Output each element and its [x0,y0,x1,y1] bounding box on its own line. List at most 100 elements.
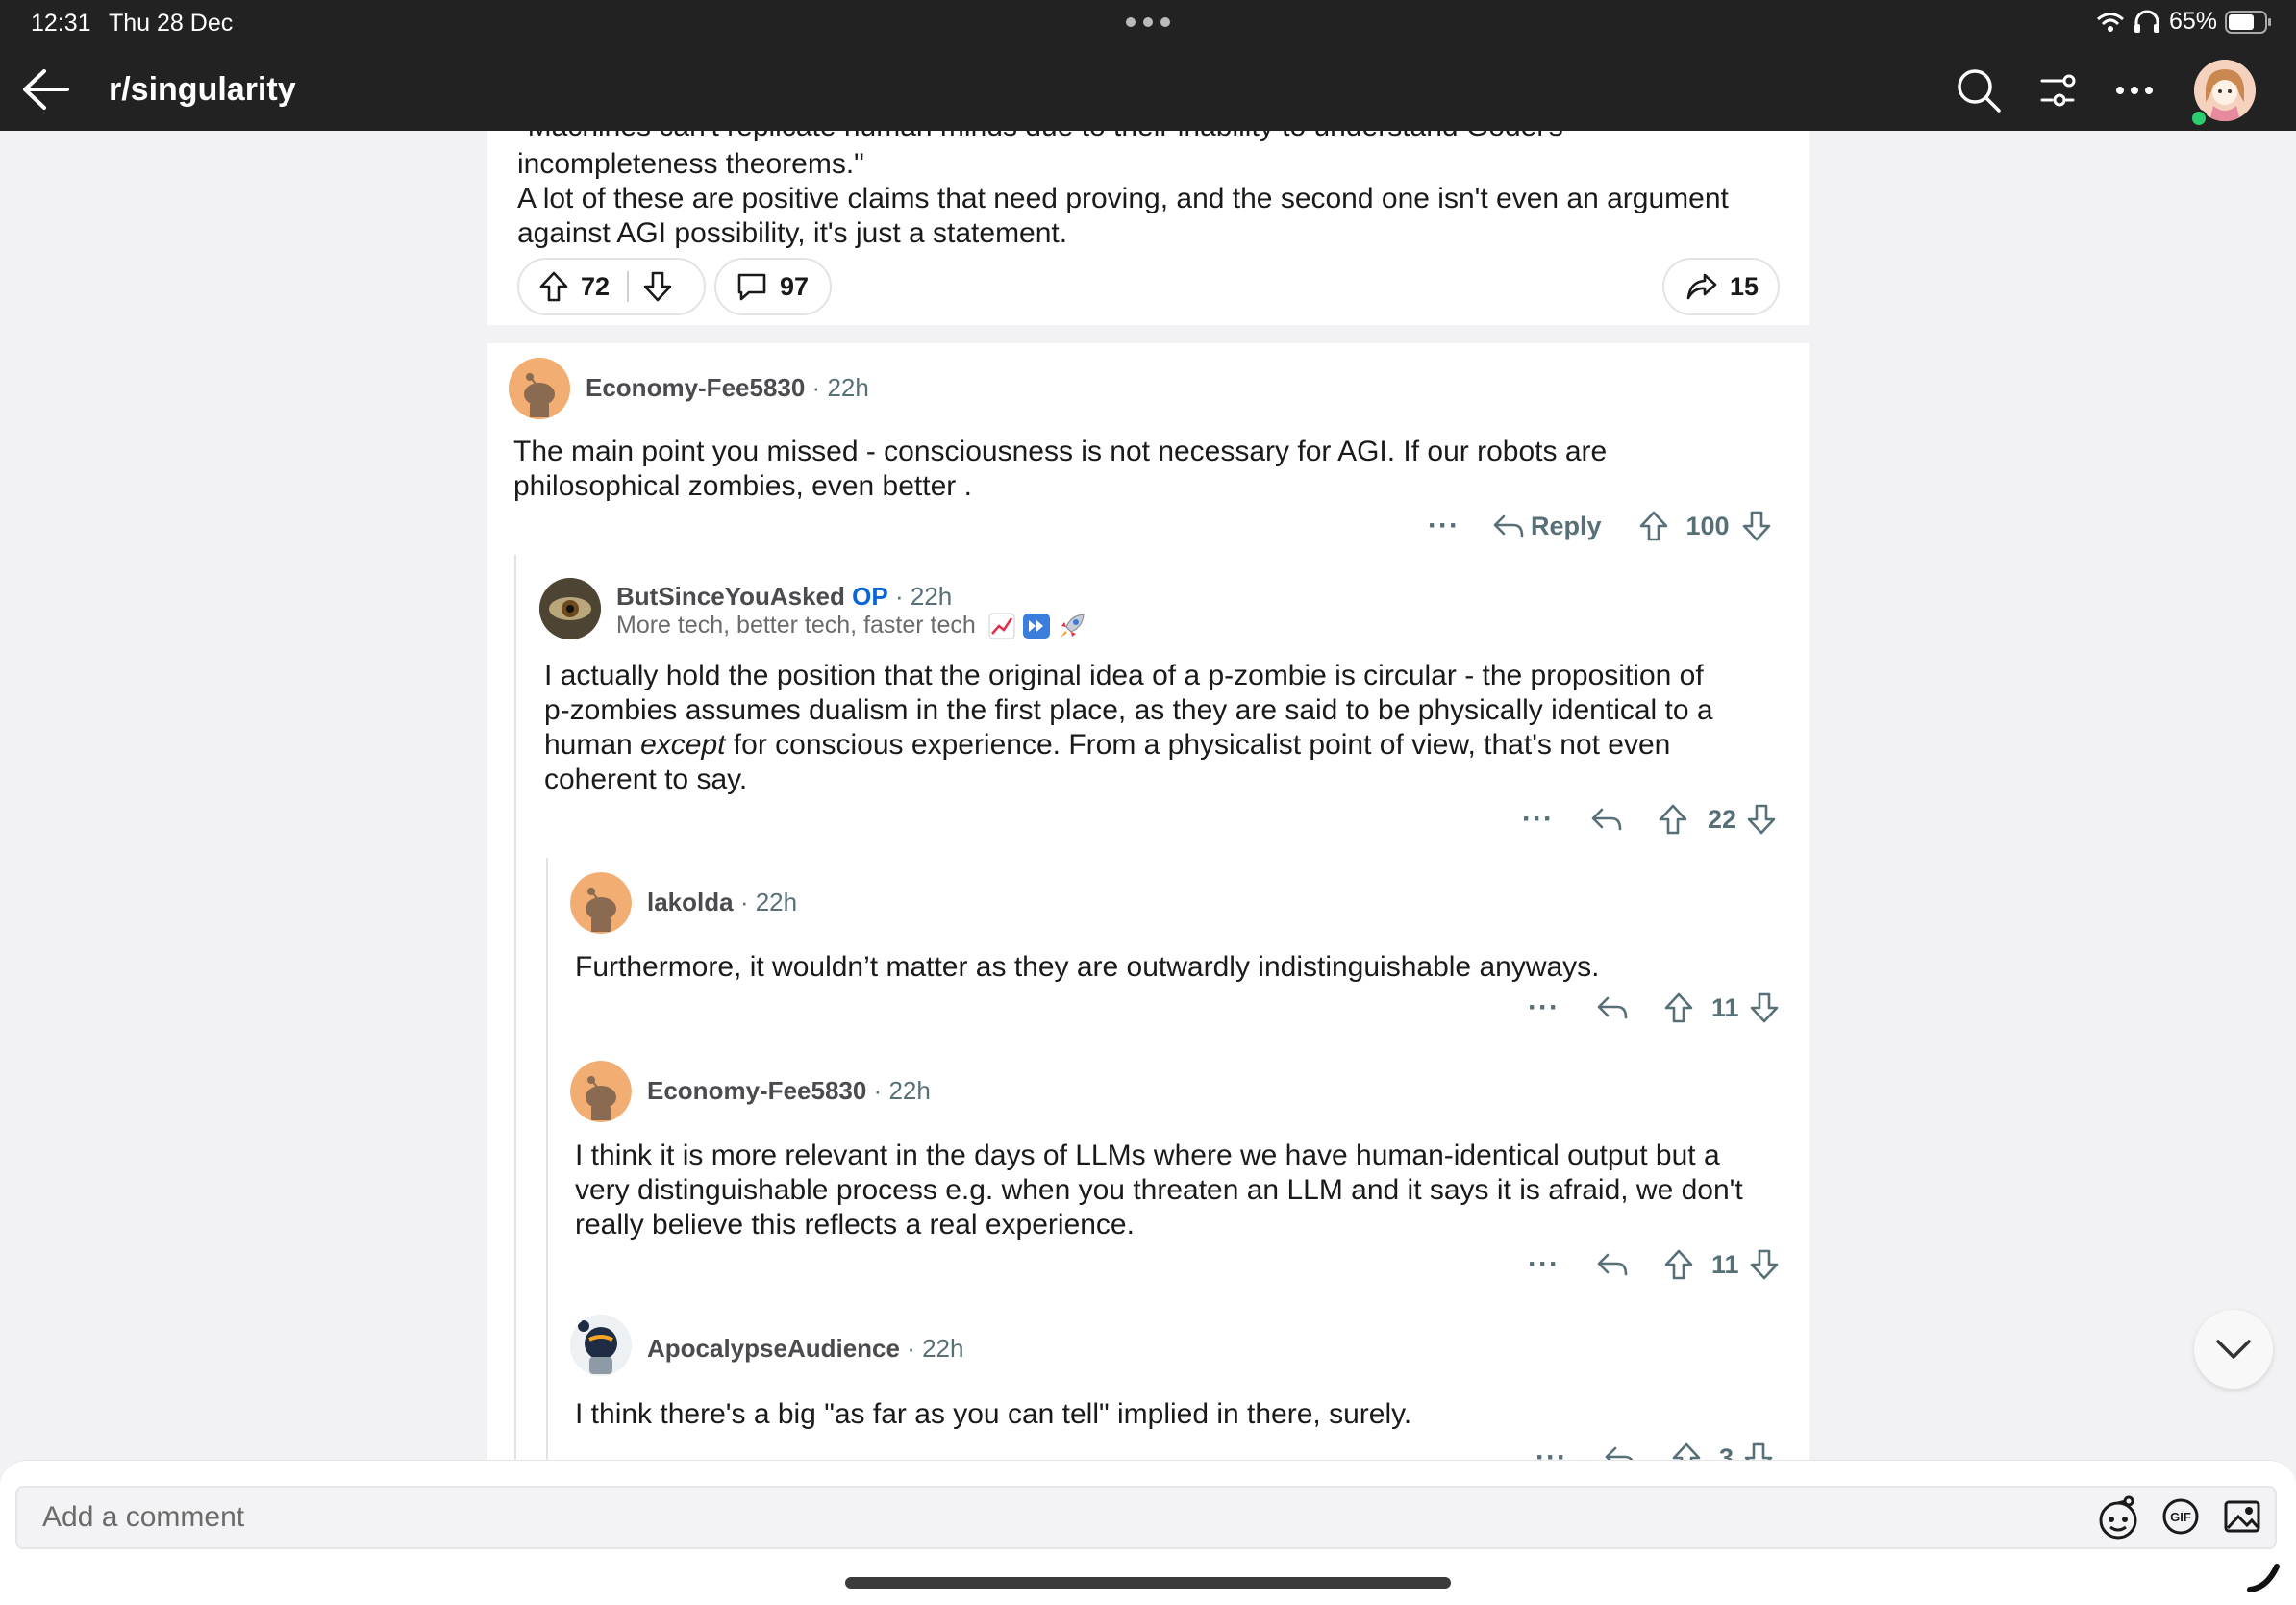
comment-username[interactable]: lakolda [647,888,734,916]
more-options-icon[interactable]: ··· [1528,991,1560,1024]
user-flair: More tech, better tech, faster tech [616,612,1086,640]
comment-count: 97 [780,271,810,301]
upvote-arrow-icon[interactable] [538,270,569,303]
upvote-arrow-icon[interactable] [1658,803,1688,836]
online-status-dot [2190,110,2208,127]
upvote-arrow-icon[interactable] [1663,991,1694,1024]
post-body-line: against AGI possibility, it's just a sta… [517,217,1068,249]
rocket-emoji-icon [1058,612,1086,640]
chart-emoji-icon [988,613,1015,639]
reply-arrow-icon[interactable] [1590,806,1623,833]
downvote-arrow-icon[interactable] [642,270,673,303]
more-options-icon[interactable]: ··· [1535,1442,1567,1461]
snoo-emoji-icon[interactable] [2094,1493,2142,1542]
wifi-icon [2096,11,2125,34]
comment-body-line: I think it is more relevant in the days … [575,1140,1720,1171]
comment-score: 3 [1718,1442,1734,1462]
comment-body-line: The main point you missed - consciousnes… [513,436,1608,467]
comment-body-line: philosophical zombies, even better . [513,470,972,502]
comment-score: 100 [1685,511,1730,540]
more-options-icon[interactable]: ··· [1522,803,1554,836]
vote-divider [627,271,629,302]
back-arrow-icon[interactable] [19,67,71,112]
vote-pill: 72 [517,258,706,315]
comment-placeholder: Add a comment [42,1501,245,1533]
robot-snoo-avatar[interactable] [570,1315,632,1376]
flair-text: More tech, better tech, faster tech [616,612,976,639]
svg-text:GIF: GIF [2170,1510,2191,1524]
search-icon[interactable] [1956,67,2002,113]
comment-meta: ApocalypseAudience · 22h [647,1334,964,1363]
status-time: 12:31 [31,10,91,37]
share-button[interactable]: 15 [1662,258,1780,315]
image-upload-icon[interactable] [2223,1497,2261,1536]
comment-score: 11 [1710,1249,1739,1279]
comment-score: 22 [1707,804,1737,834]
pencil-stroke-icon [2246,1561,2281,1593]
comment-time: 22h [910,582,953,611]
comment-body: I think there's a big "as far as you can… [575,1397,1786,1432]
chevron-down-icon [2214,1338,2253,1361]
comment-actions: ··· 3 [1535,1442,1774,1461]
next-comment-button[interactable] [2194,1310,2273,1389]
reply-arrow-icon[interactable] [1492,513,1525,539]
downvote-arrow-icon[interactable] [1741,510,1772,542]
reply-button[interactable]: Reply [1531,512,1602,541]
multitasking-dots-icon[interactable] [1123,13,1173,32]
comment-body-line: p-zombies assumes dualism in the first p… [544,694,1713,726]
comments-button[interactable]: 97 [714,258,832,315]
subreddit-title[interactable]: r/singularity [109,71,296,109]
comment-meta: lakolda · 22h [647,888,798,916]
more-options-icon[interactable] [2115,85,2154,96]
comment-body-line: Furthermore, it wouldn’t matter as they … [575,951,1600,983]
downvote-arrow-icon[interactable] [1749,991,1780,1024]
comments-section: Economy-Fee5830 · 22h The main point you… [487,343,1809,1461]
comment-time: 22h [827,373,869,402]
upvote-arrow-icon[interactable] [1638,510,1669,542]
snoo-avatar[interactable] [509,358,570,419]
comment-body: The main point you missed - consciousnes… [513,435,1783,504]
add-comment-input[interactable]: Add a comment [15,1486,2277,1549]
comment-time: 22h [888,1076,931,1105]
more-options-icon[interactable]: ··· [1528,1248,1560,1281]
comment-meta: ButSinceYouAsked OP · 22h [616,582,953,611]
comment-username[interactable]: Economy-Fee5830 [647,1076,866,1105]
body-text-post: for conscious experience. From a physica… [725,729,1671,761]
downvote-arrow-icon[interactable] [1743,1442,1774,1461]
comment-meta: Economy-Fee5830 · 22h [647,1076,931,1105]
post-body-line: incompleteness theorems." [517,148,864,180]
upvote-arrow-icon[interactable] [1671,1442,1702,1461]
downvote-arrow-icon[interactable] [1746,803,1777,836]
comment-username[interactable]: ApocalypseAudience [647,1334,900,1363]
comment-time: 22h [922,1334,964,1363]
comment-body-line: human except for conscious experience. F… [544,728,1794,763]
comment-username[interactable]: Economy-Fee5830 [586,373,805,402]
thread-line[interactable] [546,858,548,1461]
share-arrow-icon [1685,272,1718,301]
comment-body: Furthermore, it wouldn’t matter as they … [575,950,1786,985]
reply-arrow-icon[interactable] [1596,994,1629,1021]
op-badge: OP [852,582,888,611]
post-body: incompleteness theorems." A lot of these… [517,147,1786,251]
share-count: 15 [1730,271,1759,301]
fast-forward-emoji-icon [1022,613,1051,639]
upvote-arrow-icon[interactable] [1663,1248,1694,1281]
thread-line[interactable] [514,555,516,1461]
downvote-arrow-icon[interactable] [1749,1248,1780,1281]
comment-meta: Economy-Fee5830 · 22h [586,373,869,402]
comment-body-line: coherent to say. [544,764,748,795]
snoo-avatar[interactable] [570,872,632,934]
reply-arrow-icon[interactable] [1596,1251,1629,1278]
home-indicator[interactable] [845,1577,1451,1589]
battery-percent: 65% [2168,8,2217,35]
snoo-avatar[interactable] [570,1061,632,1122]
post-card: "Machines can't replicate human minds du… [487,131,1809,325]
eye-avatar[interactable] [539,578,601,639]
reply-arrow-icon[interactable] [1604,1444,1636,1461]
sort-filter-icon[interactable] [2038,73,2077,108]
gif-icon[interactable]: GIF [2161,1497,2200,1536]
post-score: 72 [581,271,611,301]
comment-username[interactable]: ButSinceYouAsked [616,582,845,611]
more-options-icon[interactable]: ··· [1428,510,1460,542]
comment-body: I think it is more relevant in the days … [575,1139,1796,1242]
